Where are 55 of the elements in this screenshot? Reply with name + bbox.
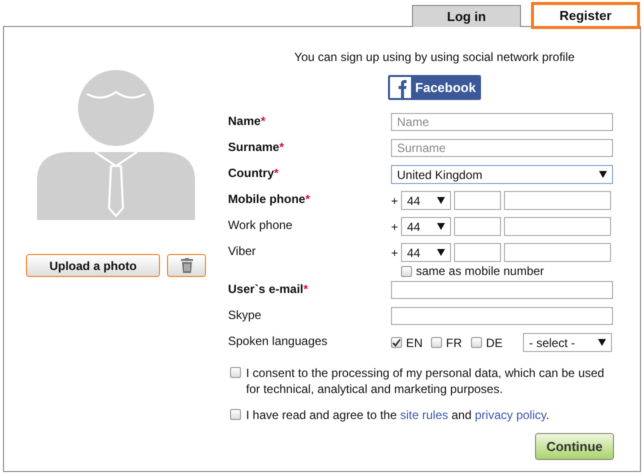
area-code-field[interactable] <box>454 191 501 210</box>
area-code-field[interactable] <box>454 217 501 236</box>
continue-button[interactable]: Continue <box>535 433 614 460</box>
language-label: EN <box>406 336 423 350</box>
field-label: Viber <box>228 243 257 258</box>
plus-sign: + <box>391 194 398 208</box>
input-field[interactable] <box>391 307 613 325</box>
caret-icon <box>437 249 445 256</box>
field-label: Country* <box>228 165 280 180</box>
facebook-icon <box>390 77 412 98</box>
tab[interactable]: Register <box>531 2 640 29</box>
country-code-dropdown[interactable]: 44 <box>401 191 451 210</box>
country-code-dropdown[interactable]: 44 <box>401 243 451 262</box>
field-label: Mobile phone* <box>228 191 311 206</box>
trash-icon <box>180 258 192 273</box>
checkbox[interactable] <box>431 337 442 348</box>
caret-icon <box>598 339 606 346</box>
agreement-text: I have read and agree to the site rules and privacy policy. <box>246 407 550 423</box>
checkbox[interactable] <box>401 266 412 276</box>
link[interactable]: privacy policy <box>474 408 546 422</box>
phone-number-field[interactable] <box>504 191 611 210</box>
tab[interactable]: Log in <box>412 5 521 27</box>
area-code-field[interactable] <box>454 243 501 262</box>
language-dropdown[interactable]: - select - <box>523 333 612 352</box>
upload-button[interactable]: Upload a photo <box>26 254 160 277</box>
checkbox[interactable] <box>391 337 402 348</box>
checkbox[interactable] <box>230 409 241 420</box>
country-code-dropdown[interactable]: 44 <box>401 217 451 236</box>
input-field[interactable] <box>391 281 613 299</box>
plus-sign: + <box>391 220 398 234</box>
language-label: DE <box>486 336 503 350</box>
field-label: Spoken languages <box>228 333 328 348</box>
language-label: FR <box>446 336 462 350</box>
phone-number-field[interactable] <box>504 243 611 262</box>
phone-number-field[interactable] <box>504 217 611 236</box>
field-label: Skype <box>228 307 262 322</box>
link[interactable]: site rules <box>400 408 448 422</box>
checkbox-label: same as mobile number <box>416 264 544 278</box>
caret-icon <box>437 223 445 230</box>
field-label: Work phone <box>228 217 294 232</box>
facebook-button[interactable]: Facebook <box>388 75 481 100</box>
caret-icon <box>437 197 445 204</box>
input-field[interactable]: Surname <box>391 139 613 157</box>
checkbox[interactable] <box>230 367 241 378</box>
field-label: Name* <box>228 113 266 128</box>
plus-sign: + <box>391 246 398 260</box>
field-label: Surname* <box>228 139 286 154</box>
field-label: User`s e-mail* <box>228 281 310 296</box>
country-dropdown[interactable]: United Kingdom <box>391 165 613 184</box>
delete-button[interactable] <box>167 254 206 277</box>
agreement-text: I consent to the processing of my personal data, which can be used for technical, analytical and marketing purposes. <box>246 365 606 397</box>
checkbox[interactable] <box>471 337 482 348</box>
social-prompt: You can sign up using by using social network profile <box>294 50 575 64</box>
input-field[interactable]: Name <box>391 113 613 131</box>
caret-icon <box>599 171 607 178</box>
